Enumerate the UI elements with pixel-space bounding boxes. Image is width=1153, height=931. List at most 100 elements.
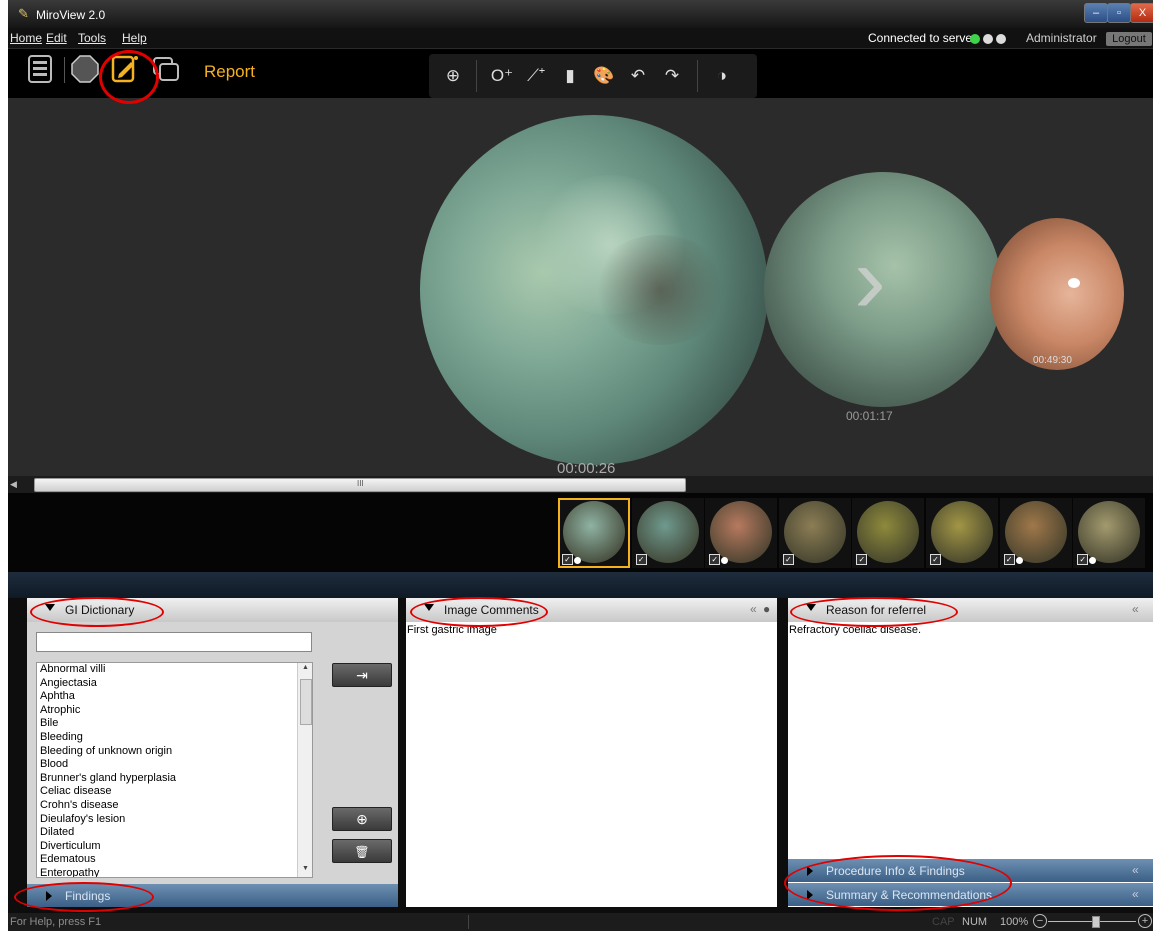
dictionary-list-item[interactable]: Bile bbox=[37, 717, 297, 731]
microphone-icon[interactable]: ● bbox=[763, 602, 770, 616]
dictionary-list-item[interactable]: Atrophic bbox=[37, 704, 297, 718]
dictionary-list-item[interactable]: Diverticulum bbox=[37, 840, 297, 854]
thumbnail-checkbox[interactable]: ✓ bbox=[709, 554, 721, 565]
caps-indicator: CAP bbox=[932, 916, 955, 928]
gi-dictionary-highlight bbox=[30, 597, 164, 627]
dictionary-list-item[interactable]: Aphtha bbox=[37, 690, 297, 704]
title-bar: ✎ MiroView 2.0 – ▫ X bbox=[8, 0, 1153, 28]
scroll-down-arrow[interactable]: ▼ bbox=[302, 865, 309, 872]
dictionary-list[interactable]: Abnormal villi Angiectasia Aphtha Atrophic B… bbox=[36, 662, 313, 878]
main-image-timestamp: 00:00:26 bbox=[557, 460, 616, 476]
thumbnail[interactable]: ✓ bbox=[1073, 498, 1146, 568]
scroll-left-arrow[interactable]: ◀ bbox=[10, 479, 17, 490]
dictionary-list-item[interactable]: Bleeding bbox=[37, 731, 297, 745]
thumbnail[interactable]: ✓ bbox=[926, 498, 998, 568]
next-image-arrow[interactable]: › bbox=[854, 232, 886, 328]
menu-help[interactable]: Help bbox=[122, 31, 147, 45]
dictionary-list-item[interactable]: Dilated bbox=[37, 826, 297, 840]
close-button[interactable]: X bbox=[1130, 3, 1153, 23]
third-capsule-image[interactable] bbox=[990, 218, 1124, 370]
trash-icon: 🗑 bbox=[354, 845, 370, 859]
menu-home[interactable]: Home bbox=[10, 31, 42, 45]
eraser-icon[interactable]: ▮ bbox=[555, 61, 585, 91]
second-capsule-image[interactable]: › bbox=[764, 172, 1002, 407]
delete-term-button[interactable]: 🗑 bbox=[332, 839, 392, 863]
thumbnail[interactable]: ✓ bbox=[852, 498, 925, 568]
dictionary-list-item[interactable]: Crohn's disease bbox=[37, 799, 297, 813]
thumbnail[interactable]: ✓ bbox=[778, 498, 851, 568]
dictionary-scrollbar[interactable]: ▲ ▼ bbox=[297, 663, 312, 877]
comment-indicator-icon bbox=[1089, 557, 1097, 564]
dock-collapse-icon[interactable]: « bbox=[1132, 887, 1153, 907]
dictionary-list-item[interactable]: Dieulafoy's lesion bbox=[37, 813, 297, 827]
panel-separator bbox=[8, 572, 1153, 598]
comment-indicator-icon bbox=[574, 557, 581, 564]
thumbnail-checkbox[interactable]: ✓ bbox=[1003, 554, 1015, 565]
add-line-annotation-icon[interactable]: ⟋⁺ bbox=[521, 61, 551, 91]
findings-highlight bbox=[14, 882, 154, 912]
thumbnail-checkbox[interactable]: ✓ bbox=[635, 554, 647, 565]
zoom-slider[interactable] bbox=[1048, 916, 1136, 928]
tool-divider bbox=[476, 60, 477, 92]
scroll-thumb[interactable]: III bbox=[34, 478, 686, 492]
report-label: Report bbox=[204, 62, 256, 81]
gi-dictionary-panel: GI Dictionary Abnormal villi Angiectasia A… bbox=[27, 598, 398, 907]
minimize-button[interactable]: – bbox=[1084, 3, 1108, 23]
insert-term-button[interactable]: ⇥ bbox=[332, 663, 392, 687]
logout-button[interactable]: Logout bbox=[1106, 32, 1152, 46]
thumbnail-checkbox[interactable]: ✓ bbox=[782, 554, 794, 565]
crosshair-icon[interactable]: ⊕ bbox=[438, 61, 468, 91]
thumbnail-checkbox[interactable]: ✓ bbox=[562, 554, 573, 565]
maximize-button[interactable]: ▫ bbox=[1107, 3, 1131, 23]
redo-icon[interactable]: ↷ bbox=[657, 61, 687, 91]
main-capsule-image[interactable] bbox=[420, 115, 768, 465]
image-viewer[interactable]: › 00:00:26 00:01:17 00:49:30 bbox=[8, 98, 1153, 476]
menu-tools[interactable]: Tools bbox=[78, 31, 106, 45]
dictionary-list-item[interactable]: Blood bbox=[37, 758, 297, 772]
thumbnail[interactable]: ✓ bbox=[705, 498, 778, 568]
thumbnail[interactable]: ✓ bbox=[631, 498, 704, 568]
list-view-icon[interactable] bbox=[26, 54, 56, 84]
scroll-up-arrow[interactable]: ▲ bbox=[302, 664, 309, 671]
contrast-icon[interactable]: ◑ bbox=[707, 61, 737, 91]
zoom-in-icon[interactable]: + bbox=[1138, 914, 1152, 928]
dictionary-list-item[interactable]: Angiectasia bbox=[37, 677, 297, 691]
dictionary-list-item[interactable]: Bleeding of unknown origin bbox=[37, 745, 297, 759]
menu-edit[interactable]: Edit bbox=[46, 31, 67, 45]
add-circle-annotation-icon[interactable]: O⁺ bbox=[487, 61, 517, 91]
thumbnail-checkbox[interactable]: ✓ bbox=[930, 554, 941, 565]
status-dot-green bbox=[970, 34, 980, 44]
scroll-grip: III bbox=[357, 479, 364, 488]
bubble-spots bbox=[1068, 278, 1080, 288]
dictionary-list-item[interactable]: Celiac disease bbox=[37, 785, 297, 799]
status-divider bbox=[468, 915, 469, 929]
dictionary-list-item[interactable]: Abnormal villi bbox=[37, 663, 297, 677]
viewer-horizontal-scrollbar[interactable]: ◀ III bbox=[8, 476, 1153, 493]
second-image-timestamp: 00:01:17 bbox=[846, 409, 893, 423]
undo-icon[interactable]: ↶ bbox=[623, 61, 653, 91]
zoom-slider-thumb[interactable] bbox=[1092, 916, 1100, 928]
dictionary-list-item[interactable]: Brunner's gland hyperplasia bbox=[37, 772, 297, 786]
thumbnail[interactable]: ✓ bbox=[558, 498, 630, 568]
thumbnail-checkbox[interactable]: ✓ bbox=[1077, 554, 1089, 565]
dictionary-search-input[interactable] bbox=[36, 632, 312, 652]
window-title: MiroView 2.0 bbox=[36, 8, 106, 22]
add-term-button[interactable]: ⊕ bbox=[332, 807, 392, 831]
image-comments-panel: Image Comments « ● First gastric image bbox=[406, 598, 777, 907]
stop-record-icon[interactable] bbox=[70, 54, 100, 84]
dock-collapse-icon[interactable]: « bbox=[1132, 602, 1153, 622]
dock-collapse-icon[interactable]: « bbox=[1132, 863, 1153, 883]
zoom-out-icon[interactable]: − bbox=[1033, 914, 1047, 928]
tool-divider bbox=[697, 60, 698, 92]
reason-referral-highlight bbox=[790, 597, 958, 627]
image-comments-text[interactable]: First gastric image bbox=[407, 624, 775, 905]
reason-referral-text[interactable]: Refractory coeliac disease. bbox=[789, 624, 1151, 858]
thumbnail[interactable]: ✓ bbox=[999, 498, 1072, 568]
thumbnail-checkbox[interactable]: ✓ bbox=[856, 554, 868, 565]
dictionary-list-item[interactable]: Enteropathy bbox=[37, 867, 297, 877]
comment-indicator-icon bbox=[1015, 557, 1023, 564]
palette-icon[interactable]: 🎨 bbox=[589, 61, 619, 91]
status-bar: For Help, press F1 CAP NUM 100% − + bbox=[8, 913, 1153, 931]
scroll-thumb[interactable] bbox=[300, 679, 312, 725]
dictionary-list-item[interactable]: Edematous bbox=[37, 853, 297, 867]
